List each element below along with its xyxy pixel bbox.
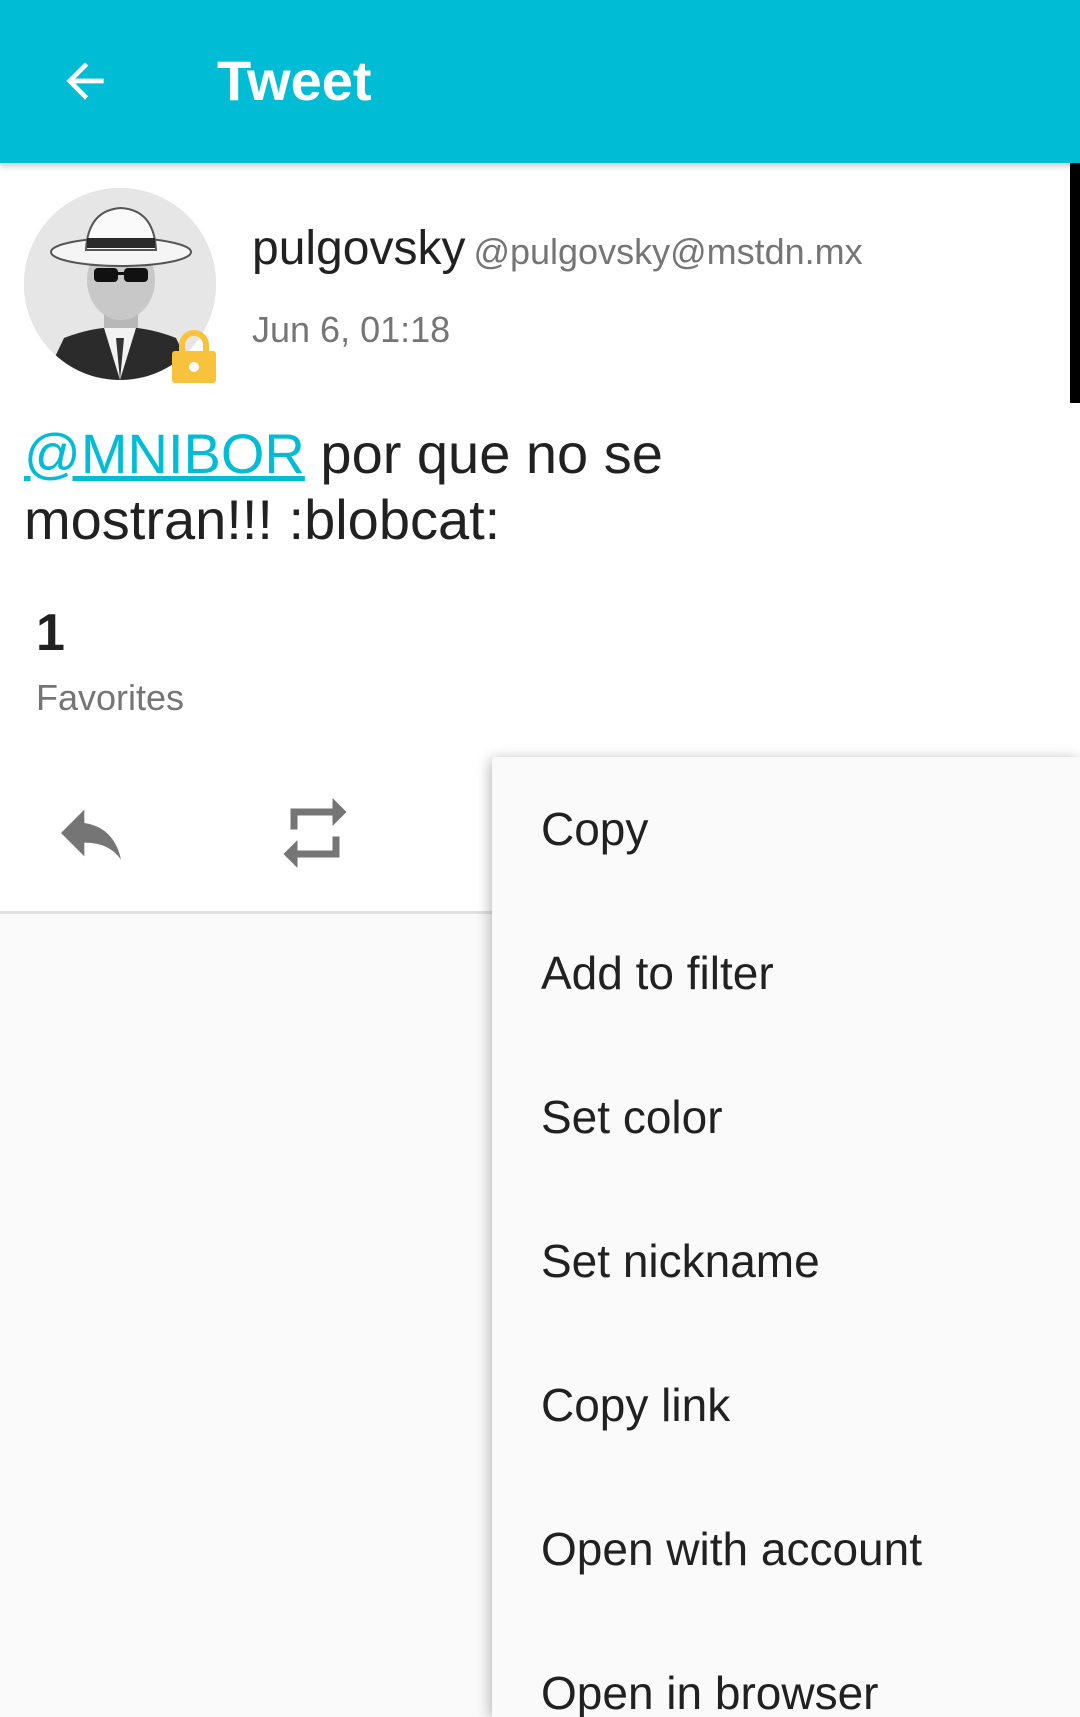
account-handle[interactable]: @pulgovsky@mstdn.mx [473,231,862,272]
timestamp: Jun 6, 01:18 [252,309,451,350]
account-name-row[interactable]: pulgovsky @pulgovsky@mstdn.mx [252,221,863,276]
menu-item-add-to-filter[interactable]: Add to filter [492,901,1080,1045]
menu-item-set-nickname[interactable]: Set nickname [492,1189,1080,1333]
menu-item-copy-link[interactable]: Copy link [492,1333,1080,1477]
back-button[interactable] [50,46,120,116]
arrow-back-icon [66,62,104,100]
scrollbar[interactable] [1070,163,1080,403]
page-title: Tweet [217,49,372,112]
favorites-label[interactable]: Favorites [36,677,184,719]
boost-icon [283,798,347,868]
menu-item-set-color[interactable]: Set color [492,1045,1080,1189]
status-content: @MNIBOR por que no se mostran!!! :blobca… [24,421,724,553]
favorites-count[interactable]: 1 [36,603,65,663]
menu-item-open-in-browser[interactable]: Open in browser [492,1621,1080,1717]
mention-link[interactable]: @MNIBOR [24,422,305,485]
lock-icon [172,330,216,383]
display-name[interactable]: pulgovsky [252,222,465,275]
reply-button[interactable] [41,783,141,883]
boost-button[interactable] [265,783,365,883]
overflow-menu: Copy Add to filter Set color Set nicknam… [492,757,1080,1717]
menu-item-copy[interactable]: Copy [492,757,1080,901]
reply-icon [61,809,121,860]
menu-item-open-with-account[interactable]: Open with account [492,1477,1080,1621]
app-bar: Tweet [0,0,1080,163]
